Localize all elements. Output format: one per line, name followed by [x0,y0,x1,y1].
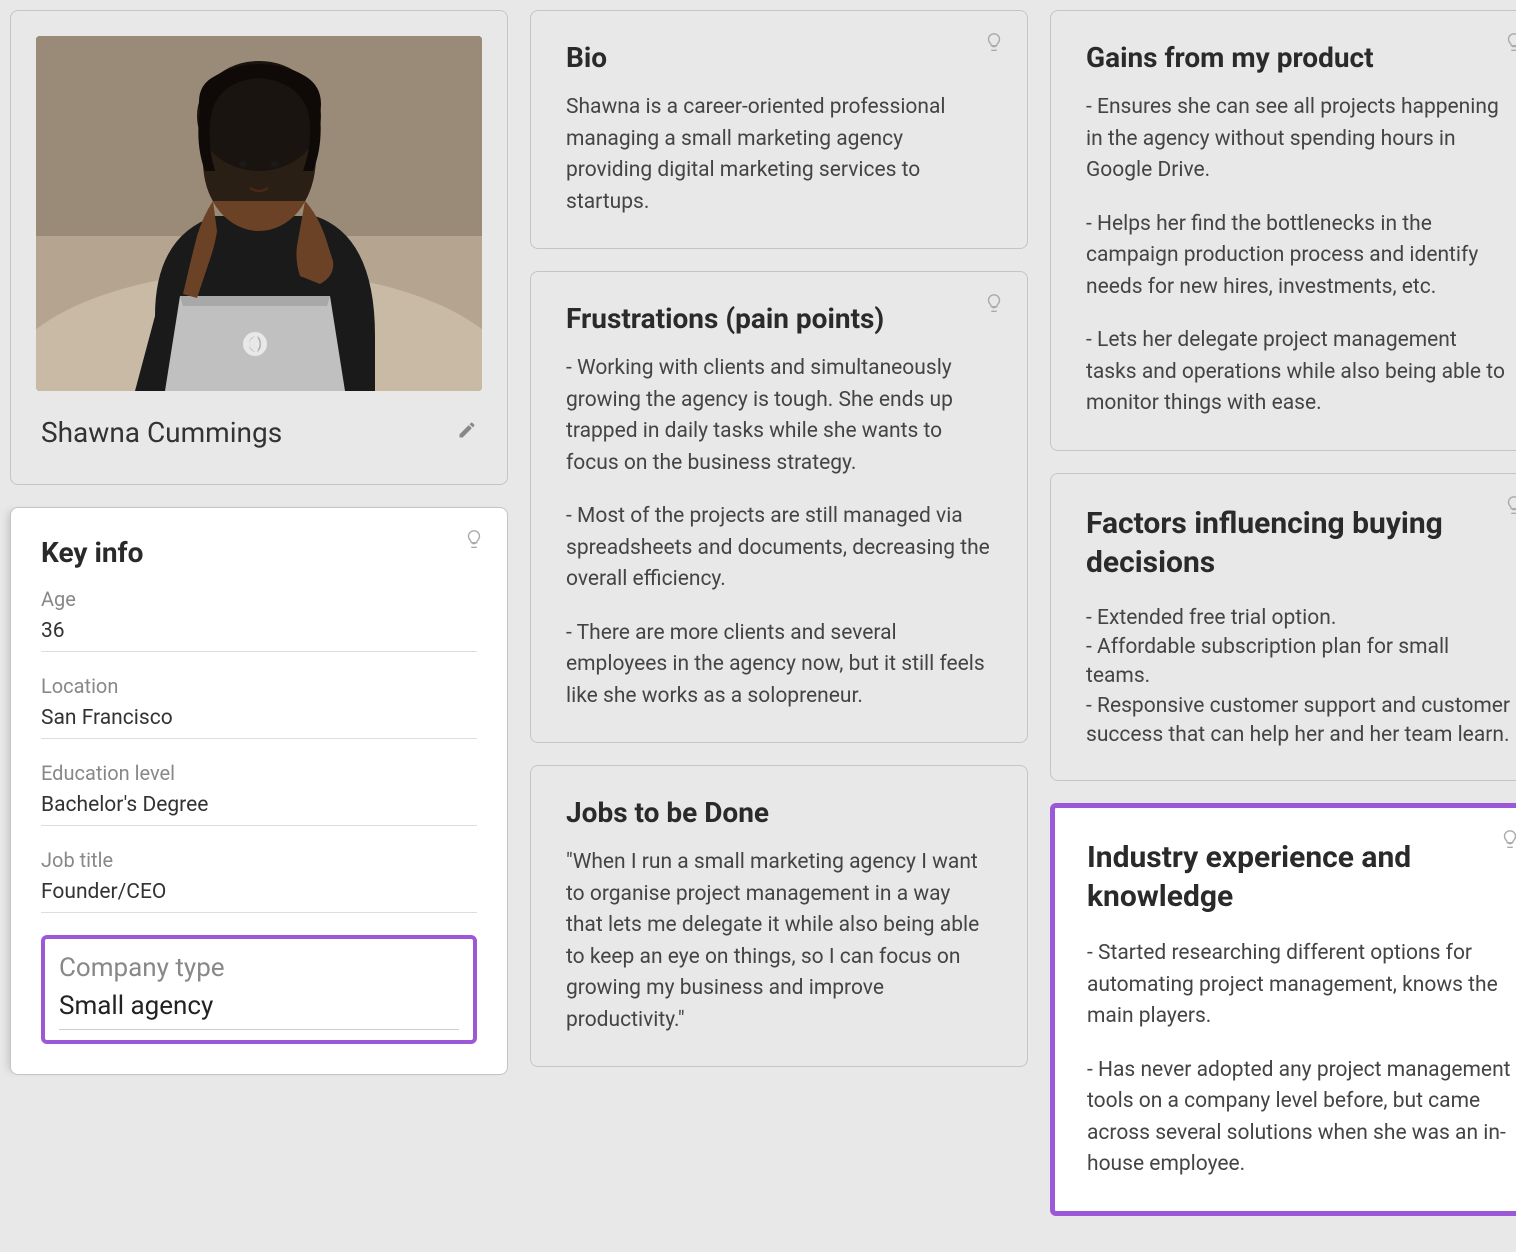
list-item: - Working with clients and simultaneousl… [566,353,992,479]
list-item: - Affordable subscription plan for small… [1086,633,1512,692]
bio-text: Shawna is a career-oriented professional… [566,92,992,218]
info-value[interactable]: Bachelor's Degree [41,793,477,826]
info-label: Age [41,587,477,611]
info-field-location: Location San Francisco [41,674,477,739]
list-item: - Most of the projects are still managed… [566,501,992,596]
column-right: Gains from my product - Ensures she can … [1050,10,1516,1216]
industry-body: - Started researching different options … [1087,938,1511,1181]
gains-body: - Ensures she can see all projects happe… [1086,92,1512,420]
frustrations-title: Frustrations (pain points) [566,302,992,335]
list-item: - Started researching different options … [1087,938,1511,1033]
gains-title: Gains from my product [1086,41,1512,74]
list-item: - Has never adopted any project manageme… [1087,1055,1511,1181]
jobs-body: "When I run a small marketing agency I w… [566,847,992,1036]
frustrations-card: Frustrations (pain points) - Working wit… [530,271,1028,743]
jobs-title: Jobs to be Done [566,796,992,829]
lightbulb-icon[interactable] [1499,828,1516,850]
factors-title: Factors influencing buying decisions [1086,504,1512,582]
frustrations-body: - Working with clients and simultaneousl… [566,353,992,712]
profile-name-row: Shawna Cummings [36,411,482,459]
key-info-title: Key info [41,536,477,569]
edit-icon[interactable] [457,420,477,445]
info-label: Job title [41,848,477,872]
lightbulb-icon[interactable] [983,31,1005,53]
list-item: - Responsive customer support and custom… [1086,692,1512,751]
list-item: - There are more clients and several emp… [566,618,992,713]
column-middle: Bio Shawna is a career-oriented professi… [530,10,1028,1067]
key-info-card: Key info Age 36 Location San Francisco E… [10,507,508,1075]
profile-card: Shawna Cummings [10,10,508,485]
industry-card: Industry experience and knowledge - Star… [1050,803,1516,1216]
info-value[interactable]: Founder/CEO [41,880,477,913]
jobs-card: Jobs to be Done "When I run a small mark… [530,765,1028,1067]
info-label: Location [41,674,477,698]
persona-board: Shawna Cummings Key info Age 36 Lo [10,10,1506,1216]
info-field-job-title: Job title Founder/CEO [41,848,477,913]
bio-title: Bio [566,41,992,74]
lightbulb-icon[interactable] [1503,31,1516,53]
info-label: Company type [59,953,459,983]
jobs-text: "When I run a small marketing agency I w… [566,847,992,1036]
lightbulb-icon[interactable] [463,528,485,550]
bio-body: Shawna is a career-oriented professional… [566,92,992,218]
info-value[interactable]: San Francisco [41,706,477,739]
profile-name: Shawna Cummings [41,416,282,449]
factors-body: - Extended free trial option. - Affordab… [1086,604,1512,751]
list-item: - Ensures she can see all projects happe… [1086,92,1512,187]
info-label: Education level [41,761,477,785]
info-field-education: Education level Bachelor's Degree [41,761,477,826]
info-value[interactable]: 36 [41,619,477,652]
factors-card: Factors influencing buying decisions - E… [1050,473,1516,782]
gains-card: Gains from my product - Ensures she can … [1050,10,1516,451]
lightbulb-icon[interactable] [983,292,1005,314]
info-field-company-type: Company type Small agency [41,935,477,1044]
column-left: Shawna Cummings Key info Age 36 Lo [10,10,508,1075]
list-item: - Helps her find the bottlenecks in the … [1086,209,1512,304]
info-value[interactable]: Small agency [59,991,459,1030]
bio-card: Bio Shawna is a career-oriented professi… [530,10,1028,249]
lightbulb-icon[interactable] [1503,494,1516,516]
list-item: - Lets her delegate project management t… [1086,325,1512,420]
profile-photo [36,36,482,391]
info-field-age: Age 36 [41,587,477,652]
industry-title: Industry experience and knowledge [1087,838,1511,916]
list-item: - Extended free trial option. [1086,604,1512,633]
